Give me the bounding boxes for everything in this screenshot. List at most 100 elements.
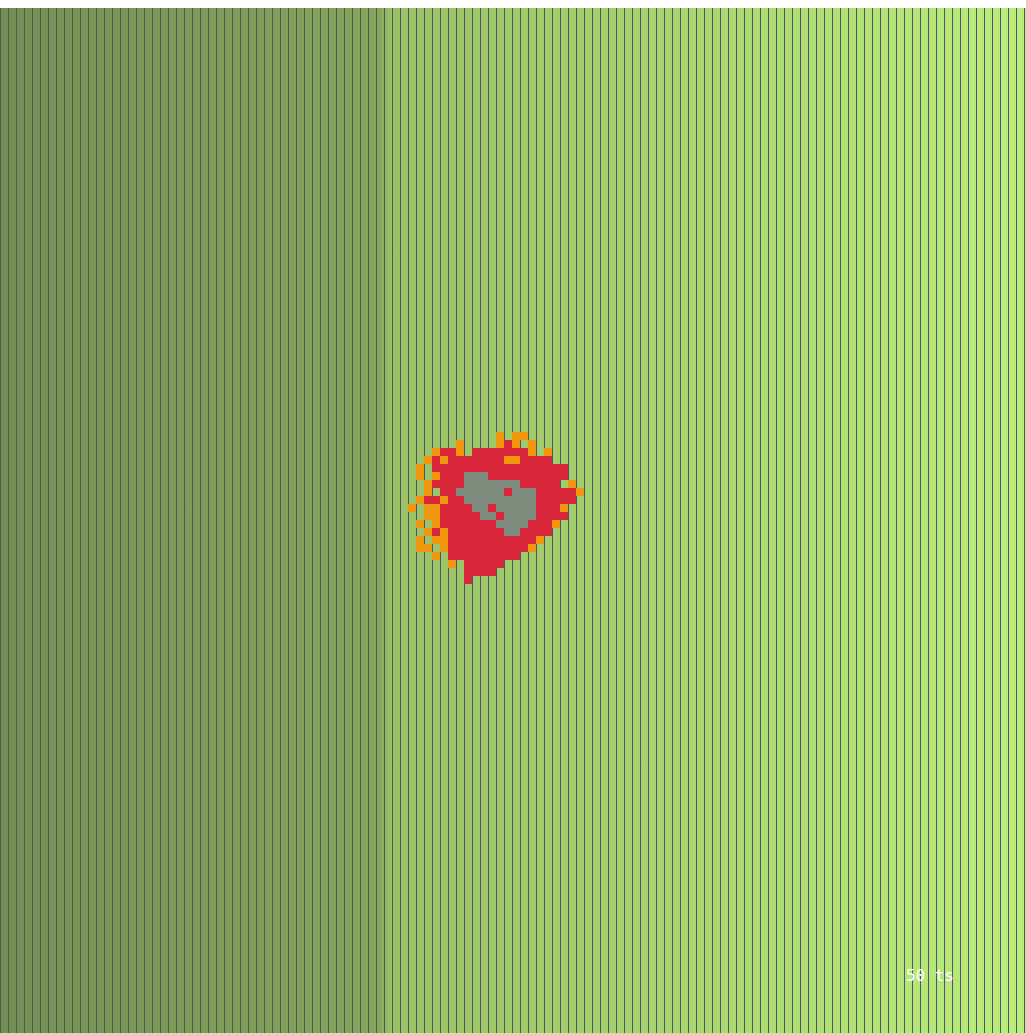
fire-cell xyxy=(448,456,456,464)
fire-cell xyxy=(464,488,472,496)
fire-cell xyxy=(512,496,520,504)
fire-cell xyxy=(488,488,496,496)
fire-cell xyxy=(432,504,440,512)
fire-cell xyxy=(456,528,464,536)
fire-cell xyxy=(520,456,528,464)
fire-cell xyxy=(504,544,512,552)
fire-cell xyxy=(544,448,552,456)
fire-cell xyxy=(512,448,520,456)
fire-cell xyxy=(480,464,488,472)
fire-cell xyxy=(512,472,520,480)
fire-cell xyxy=(544,464,552,472)
fire-cell xyxy=(512,440,520,448)
fire-cell xyxy=(520,504,528,512)
tick-counter: 50 ts xyxy=(904,966,956,985)
fire-cell xyxy=(536,456,544,464)
fire-cell xyxy=(472,448,480,456)
fire-cell xyxy=(560,464,568,472)
fire-cell xyxy=(536,536,544,544)
fire-cell xyxy=(440,448,448,456)
fire-cell xyxy=(464,528,472,536)
fire-cell xyxy=(472,568,480,576)
fire-cell xyxy=(504,440,512,448)
fire-cell xyxy=(448,504,456,512)
fire-cell xyxy=(528,488,536,496)
fire-cell xyxy=(480,520,488,528)
fire-cell xyxy=(488,544,496,552)
fire-cell xyxy=(480,448,488,456)
fire-cell xyxy=(432,464,440,472)
fire-cell xyxy=(480,528,488,536)
fire-cell xyxy=(440,520,448,528)
fire-cell xyxy=(528,464,536,472)
fire-cell xyxy=(488,504,496,512)
fire-cell xyxy=(432,448,440,456)
fire-cell xyxy=(448,560,456,568)
fire-cell xyxy=(544,480,552,488)
fire-cell xyxy=(464,464,472,472)
fire-cell xyxy=(496,440,504,448)
fire-cell xyxy=(552,512,560,520)
fire-cell xyxy=(520,496,528,504)
fire-cell xyxy=(520,544,528,552)
fire-cell xyxy=(480,480,488,488)
fire-cell xyxy=(480,560,488,568)
fire-cell xyxy=(544,504,552,512)
fire-cell xyxy=(496,520,504,528)
fire-cell xyxy=(488,560,496,568)
fire-cell xyxy=(432,536,440,544)
fire-cell xyxy=(536,512,544,520)
fire-cell xyxy=(448,544,456,552)
fire-cell xyxy=(448,512,456,520)
fire-cell xyxy=(536,504,544,512)
fire-cell xyxy=(456,536,464,544)
fire-cell xyxy=(520,528,528,536)
fire-cell xyxy=(464,568,472,576)
fire-cell xyxy=(560,472,568,480)
fire-cell xyxy=(520,520,528,528)
fire-cell xyxy=(496,496,504,504)
fire-cell xyxy=(552,496,560,504)
fire-cell xyxy=(496,536,504,544)
fire-cell xyxy=(440,488,448,496)
fire-cell xyxy=(504,464,512,472)
fire-cell xyxy=(448,496,456,504)
fire-cell xyxy=(408,504,416,512)
fire-cell xyxy=(440,464,448,472)
fire-cell xyxy=(504,520,512,528)
fire-cell xyxy=(480,504,488,512)
fire-cell xyxy=(480,456,488,464)
fire-cell xyxy=(472,512,480,520)
fire-cell xyxy=(472,504,480,512)
fire-cell xyxy=(536,480,544,488)
fire-cell xyxy=(512,480,520,488)
fire-cell xyxy=(480,512,488,520)
fire-cell xyxy=(480,496,488,504)
fire-cell xyxy=(536,472,544,480)
terrain-grid[interactable]: 50 ts xyxy=(0,8,1026,1033)
fire-cell xyxy=(504,448,512,456)
fire-cell xyxy=(472,560,480,568)
fire-cell xyxy=(456,480,464,488)
fire-cell xyxy=(544,472,552,480)
fire-cell xyxy=(512,432,520,440)
fire-cell xyxy=(456,504,464,512)
fire-cell xyxy=(472,528,480,536)
fire-cell xyxy=(504,456,512,464)
fire-cell xyxy=(496,432,504,440)
fire-cell xyxy=(496,560,504,568)
fire-cell xyxy=(512,512,520,520)
fire-cell xyxy=(464,536,472,544)
fire-cell xyxy=(472,488,480,496)
fire-cell xyxy=(488,472,496,480)
fire-cell xyxy=(448,488,456,496)
fire-cell xyxy=(560,496,568,504)
fire-cell xyxy=(488,552,496,560)
fire-cell xyxy=(552,520,560,528)
fire-cell xyxy=(488,456,496,464)
fire-cell xyxy=(424,544,432,552)
fire-cell xyxy=(552,504,560,512)
fire-cell xyxy=(432,512,440,520)
fire-cell xyxy=(440,480,448,488)
fire-cell xyxy=(448,480,456,488)
